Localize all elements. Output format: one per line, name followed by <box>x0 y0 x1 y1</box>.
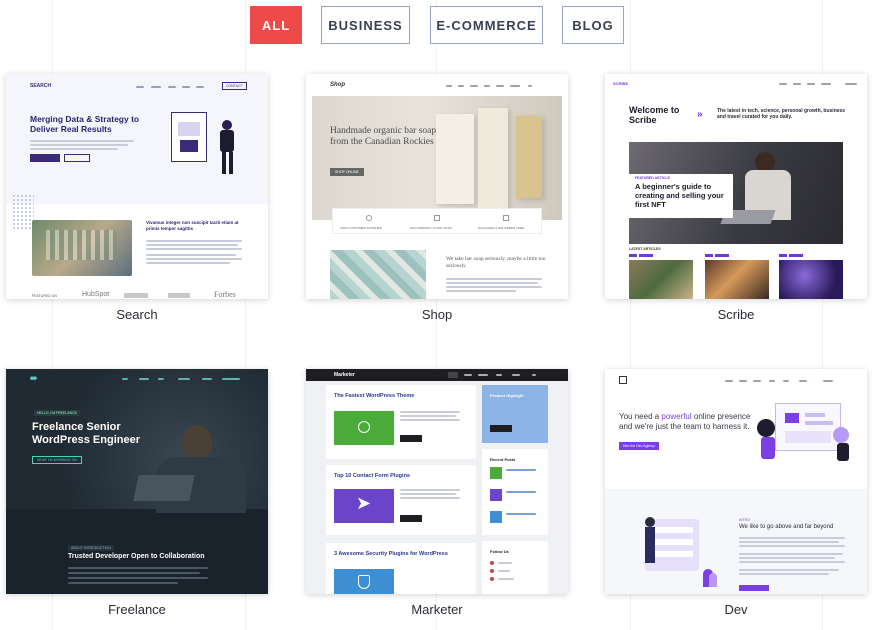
filter-blog-button[interactable]: BLOG <box>562 6 624 44</box>
shop-hero-button[interactable]: SHOP ONLINE <box>330 168 364 176</box>
search-caption[interactable]: Search <box>6 307 268 322</box>
search-logo-hubspot: HubSpot <box>82 291 110 298</box>
search-logo: SEARCH <box>30 83 52 89</box>
shop-caption[interactable]: Shop <box>306 307 568 322</box>
dev-caption[interactable]: Dev <box>605 602 867 617</box>
dev-headline: You need a powerful online presence and … <box>619 412 751 431</box>
freelance-headline: Freelance Senior WordPress Engineer <box>32 421 140 446</box>
freelance-logo-icon: ➠ <box>30 373 38 383</box>
filter-ecommerce-button[interactable]: E-COMMERCE <box>430 6 543 44</box>
freelance-caption[interactable]: Freelance <box>6 602 268 617</box>
scribe-featured-title: A beginner's guide to creating and selli… <box>635 182 724 209</box>
search-headline: Merging Data & Strategy to Deliver Real … <box>30 114 140 134</box>
shop-hero-title: Handmade organic bar soap from the Canad… <box>330 126 437 147</box>
search-contact-button[interactable]: CONTACT <box>222 82 247 90</box>
search-featured-label: FEATURED ON <box>32 294 57 298</box>
freelance-section-tag: ABOUT INTRODUCTION <box>68 545 114 551</box>
marketer-post-3-title: 3 Awesome Security Plugins for WordPress <box>334 551 448 557</box>
freelance-tag: HELLO, I'M FREELANCE <box>34 410 80 416</box>
shop-thumbnail[interactable]: Shop Handmade organic bar soap from the … <box>306 74 568 299</box>
freelance-section-title: Trusted Developer Open to Collaboration <box>68 553 205 560</box>
marketer-caption[interactable]: Marketer <box>306 602 568 617</box>
marketer-logo: Marketer <box>334 372 355 378</box>
scribe-welcome: Welcome to Scribe <box>629 105 680 125</box>
scribe-thumbnail[interactable]: SCRIBE Welcome to Scribe » The latest in… <box>605 74 867 299</box>
dev-thumbnail[interactable]: You need a powerful online presence and … <box>605 369 867 594</box>
dev-section-tag: INTRO <box>739 518 750 522</box>
search-thumbnail[interactable]: SEARCH CONTACT Merging Data & Strategy t… <box>6 74 268 299</box>
search-logo-forbes: Forbes <box>214 290 236 299</box>
marketer-paper-plane-icon: ➤ <box>356 493 372 513</box>
filter-bar: ALL BUSINESS E-COMMERCE BLOG <box>0 6 884 44</box>
marketer-post-1-title: The Fastest WordPress Theme <box>334 393 415 399</box>
filter-all-button[interactable]: ALL <box>250 6 302 44</box>
shop-logo: Shop <box>330 82 345 88</box>
shop-feature-2: ECO FRIENDLY & NON-TOXIC <box>410 226 453 230</box>
dev-section-title: We like to go above and far beyond <box>739 524 834 530</box>
dev-headline-accent: powerful <box>661 412 692 421</box>
scribe-logo: SCRIBE <box>613 81 629 86</box>
scribe-caption[interactable]: Scribe <box>605 307 867 322</box>
marketer-sidebar-title: Product Highlight <box>490 393 524 398</box>
filter-business-button[interactable]: BUSINESS <box>321 6 410 44</box>
scribe-chevrons-icon: » <box>697 109 703 120</box>
shop-feature-1: 100% CUSTOMER SATISFIED <box>340 226 382 230</box>
shop-subhead: We take bar soap seriously, maybe a litt… <box>446 256 546 269</box>
shop-feature-3: PACKAGED & DELIVERED FREE <box>478 226 524 230</box>
scribe-featured-label: FEATURED ARTICLE <box>635 176 670 180</box>
scribe-latest-label: LATEST ARTICLES <box>629 247 661 251</box>
scribe-tagline: The latest in tech, science, personal gr… <box>717 108 846 120</box>
freelance-thumbnail[interactable]: ➠ HELLO, I'M FREELANCE Freelance Senior … <box>6 369 268 594</box>
freelance-button[interactable]: WHAT I'M WORKING ON <box>32 456 82 464</box>
search-section-title: Vivamus integer non suscipit taciti etia… <box>146 220 239 231</box>
marketer-recent-posts-label: Recent Posts <box>490 457 516 462</box>
marketer-post-2-title: Top 10 Contact Form Plugins <box>334 473 410 479</box>
dev-hire-button[interactable]: Hire the Dev Agency <box>619 442 659 450</box>
marketer-follow-label: Follow Us <box>490 549 509 554</box>
marketer-thumbnail[interactable]: Marketer The Fastest WordPress Theme Top… <box>306 369 568 594</box>
